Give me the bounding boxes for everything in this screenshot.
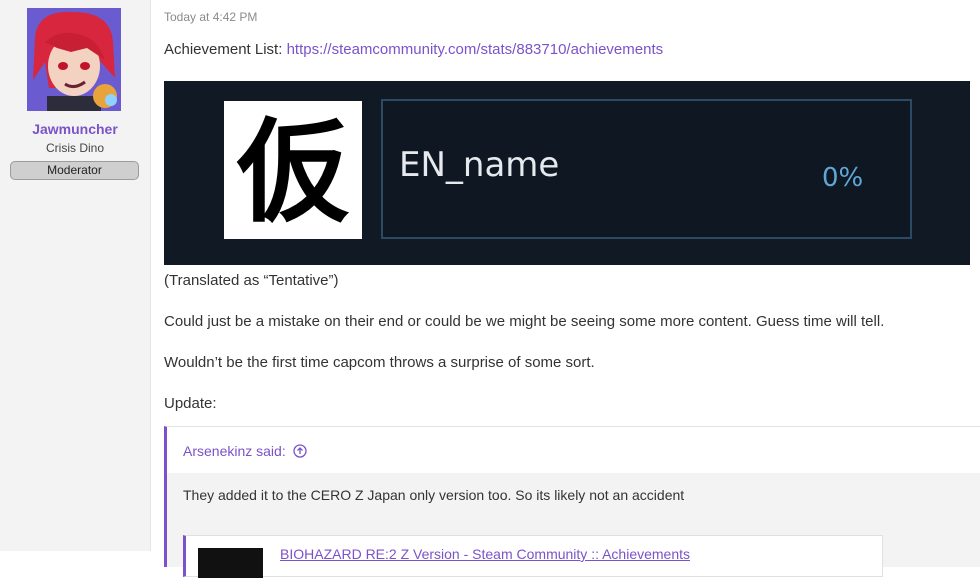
quote-body: They added it to the CERO Z Japan only v… xyxy=(167,473,980,578)
user-title: Crisis Dino xyxy=(45,141,104,155)
moderator-badge: Moderator xyxy=(10,161,139,180)
quote-author: Arsenekinz said: xyxy=(183,443,286,459)
update-label: Update: xyxy=(164,395,217,412)
jump-to-quote-icon[interactable] xyxy=(292,444,307,458)
embed-title[interactable]: BIOHAZARD RE:2 Z Version - Steam Communi… xyxy=(280,546,690,562)
username[interactable]: Jawmuncher xyxy=(0,121,150,137)
achievement-name: EN_name xyxy=(399,145,560,185)
user-sidebar: Jawmuncher Crisis Dino Moderator xyxy=(0,0,151,551)
achievement-list-line: Achievement List: https://steamcommunity… xyxy=(164,41,663,58)
achievement-image[interactable]: 仮 EN_name 0% xyxy=(164,81,970,265)
post-paragraph: Could just be a mistake on their end or … xyxy=(164,313,885,330)
quote-text: They added it to the CERO Z Japan only v… xyxy=(183,487,685,503)
translation-note: (Translated as “Tentative”) xyxy=(164,272,339,289)
avatar[interactable] xyxy=(27,8,121,111)
achievement-list-label: Achievement List: xyxy=(164,41,287,58)
achievement-percent: 0% xyxy=(822,163,864,193)
link-embed[interactable]: BIOHAZARD RE:2 Z Version - Steam Communi… xyxy=(183,535,883,578)
achievement-info-box: EN_name 0% xyxy=(381,99,912,239)
quote-author-link[interactable]: Arsenekinz said: xyxy=(183,443,307,459)
post-timestamp[interactable]: Today at 4:42 PM xyxy=(164,10,257,24)
embed-thumbnail xyxy=(198,548,263,578)
quote-header: Arsenekinz said: xyxy=(167,427,980,473)
achievement-icon: 仮 xyxy=(224,101,362,239)
achievement-icon-glyph: 仮 xyxy=(236,108,350,238)
post-paragraph: Wouldn’t be the first time capcom throws… xyxy=(164,354,595,371)
quote-block: Arsenekinz said: They added it to the CE… xyxy=(164,426,980,578)
achievement-list-link[interactable]: https://steamcommunity.com/stats/883710/… xyxy=(287,41,664,58)
